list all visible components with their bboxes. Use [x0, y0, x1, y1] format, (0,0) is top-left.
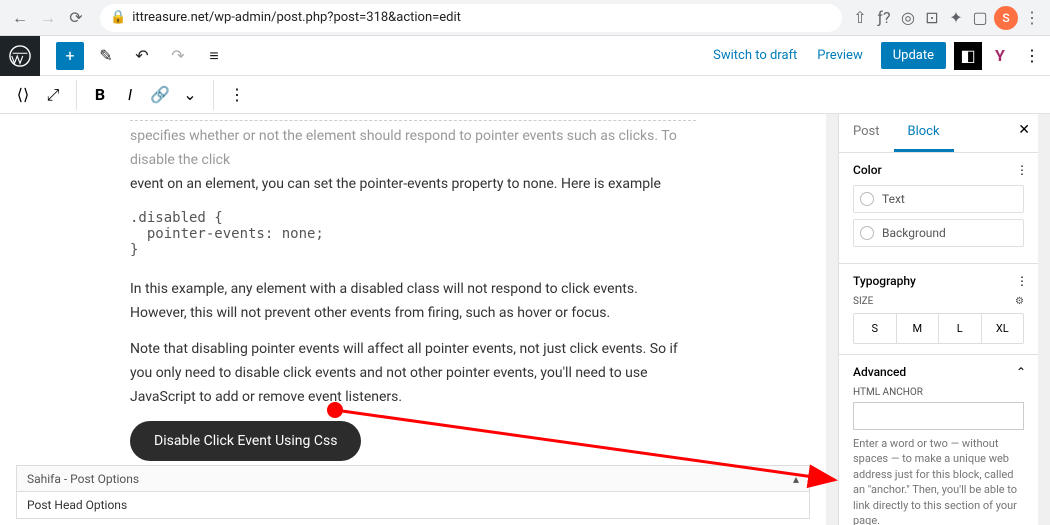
more-icon[interactable]: ⋮ — [1018, 42, 1046, 70]
settings-sidebar: Post Block ✕ Color ⋮ Text Background Typ… — [838, 114, 1038, 525]
swatch-icon — [860, 192, 874, 206]
collapse-icon[interactable]: ▴ — [793, 472, 799, 486]
paragraph: Note that disabling pointer events will … — [130, 338, 696, 409]
post-options-header[interactable]: Sahifa - Post Options ▴ — [16, 465, 810, 493]
bold-icon[interactable]: B — [85, 80, 115, 110]
share-icon[interactable]: ⇧ — [850, 8, 870, 28]
chrome-actions: ⇧ ƒ? ◎ ⊡ ✦ ▢ S ⋮ — [850, 6, 1042, 30]
redo-icon[interactable]: ↷ — [164, 42, 192, 70]
close-icon[interactable]: ✕ — [1018, 122, 1030, 138]
block-toolbar: ⟨⟩ ⤢ B I 🔗 ⌄ ⋮ — [0, 76, 1050, 114]
lock-icon: 🔒 — [110, 10, 126, 25]
size-xl[interactable]: XL — [982, 314, 1024, 343]
size-s[interactable]: S — [854, 314, 897, 343]
sidebar-scrollbar[interactable] — [1038, 114, 1050, 525]
url-bar[interactable]: 🔒 ittreasure.net/wp-admin/post.php?post=… — [100, 4, 842, 32]
edit-icon[interactable]: ✎ — [92, 42, 120, 70]
color-background-option[interactable]: Background — [853, 219, 1024, 247]
tab-block[interactable]: Block — [894, 114, 954, 152]
avatar[interactable]: S — [994, 6, 1018, 30]
post-head-options[interactable]: Post Head Options — [16, 491, 810, 519]
settings-icon[interactable]: ◧ — [954, 42, 982, 70]
chevron-down-icon[interactable]: ⌄ — [175, 80, 205, 110]
chrome-menu-icon[interactable]: ⋮ — [1022, 8, 1042, 28]
nav-reload-icon[interactable]: ⟳ — [64, 6, 88, 30]
size-m[interactable]: M — [897, 314, 940, 343]
extension-icon[interactable]: ◎ — [898, 8, 918, 28]
truncated-text: specifies whether or not the element sho… — [130, 120, 696, 173]
italic-icon[interactable]: I — [115, 80, 145, 110]
browser-chrome: ← → ⟳ 🔒 ittreasure.net/wp-admin/post.php… — [0, 0, 1050, 36]
add-block-button[interactable]: + — [56, 42, 84, 70]
anchor-help: Enter a word or two — without spaces — t… — [853, 436, 1024, 525]
extension-icon[interactable]: ⊡ — [922, 8, 942, 28]
settings-sliders-icon[interactable]: ⚙ — [1015, 296, 1024, 307]
switch-draft-button[interactable]: Switch to draft — [703, 48, 807, 63]
preview-button[interactable]: Preview — [807, 48, 872, 63]
editor-scrollbar[interactable] — [826, 114, 838, 525]
block-type-icon[interactable]: ⟨⟩ — [8, 80, 38, 110]
paragraph: event on an element, you can set the poi… — [130, 173, 696, 197]
block-more-icon[interactable]: ⋮ — [222, 80, 252, 110]
yoast-icon[interactable]: Y — [986, 42, 1014, 70]
advanced-panel: Advanced ⌃ HTML ANCHOR Enter a word or t… — [839, 355, 1038, 525]
code-block: .disabled { pointer-events: none; } — [130, 210, 696, 258]
move-icon[interactable]: ⤢ — [38, 80, 68, 110]
panel-title: Advanced — [853, 365, 1024, 379]
url-text: ittreasure.net/wp-admin/post.php?post=31… — [132, 10, 461, 25]
paragraph: In this example, any element with a disa… — [130, 278, 696, 326]
editor-canvas[interactable]: specifies whether or not the element sho… — [0, 114, 826, 525]
panel-title: Typography — [853, 274, 1024, 288]
square-icon[interactable]: ▢ — [970, 8, 990, 28]
wp-topbar: + ✎ ↶ ↷ ≡ Switch to draft Preview Update… — [0, 36, 1050, 76]
color-text-option[interactable]: Text — [853, 185, 1024, 213]
undo-icon[interactable]: ↶ — [128, 42, 156, 70]
link-icon[interactable]: 🔗 — [145, 80, 175, 110]
chevron-up-icon[interactable]: ⌃ — [1016, 365, 1026, 379]
wp-logo-icon[interactable] — [0, 36, 40, 76]
more-icon[interactable]: ⋮ — [1016, 274, 1028, 288]
size-l[interactable]: L — [939, 314, 982, 343]
color-panel: Color ⋮ Text Background — [839, 153, 1038, 264]
anchor-label: HTML ANCHOR — [853, 387, 1024, 398]
more-icon[interactable]: ⋮ — [1016, 163, 1028, 177]
details-icon[interactable]: ≡ — [200, 42, 228, 70]
size-options: S M L XL — [853, 313, 1024, 344]
update-button[interactable]: Update — [881, 42, 946, 69]
swatch-icon — [860, 226, 874, 240]
panel-title: Color — [853, 163, 1024, 177]
nav-forward-icon[interactable]: → — [36, 6, 60, 30]
typography-panel: Typography ⋮ SIZE⚙ S M L XL — [839, 264, 1038, 355]
content-button[interactable]: Disable Click Event Using Css — [130, 421, 361, 461]
html-anchor-input[interactable] — [853, 402, 1024, 430]
tab-post[interactable]: Post — [839, 114, 894, 152]
extensions-icon[interactable]: ✦ — [946, 8, 966, 28]
sidebar-tabs: Post Block ✕ — [839, 114, 1038, 153]
nav-back-icon[interactable]: ← — [8, 6, 32, 30]
extension-icon[interactable]: ƒ? — [874, 8, 894, 28]
